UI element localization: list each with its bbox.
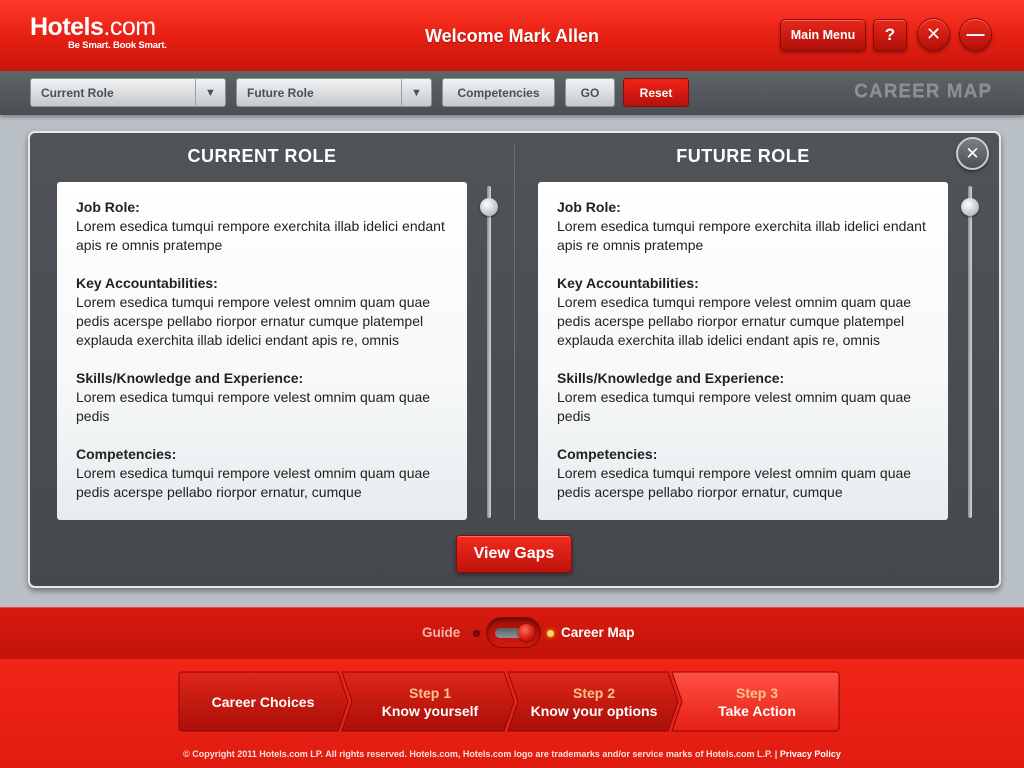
section-heading: Skills/Knowledge and Experience: bbox=[76, 370, 304, 386]
logo-wordmark: Hotels.com bbox=[30, 13, 156, 41]
current-role-select[interactable]: Current Role ▼ bbox=[30, 78, 226, 107]
current-role-scrollbar[interactable] bbox=[487, 186, 491, 518]
step-number: Step 3 bbox=[735, 684, 778, 701]
view-gaps-button[interactable]: View Gaps bbox=[456, 535, 572, 573]
step-navigation: Career Choices Step 1 Know yourself Step… bbox=[178, 670, 840, 733]
role-section: Competencies: Lorem esedica tumqui rempo… bbox=[557, 445, 929, 502]
current-role-card: Job Role: Lorem esedica tumqui rempore e… bbox=[57, 182, 467, 520]
section-heading: Job Role: bbox=[76, 199, 140, 215]
close-icon: ✕ bbox=[965, 143, 980, 163]
section-heading: Key Accountabilities: bbox=[557, 275, 699, 291]
section-title: CAREER MAP bbox=[854, 81, 992, 102]
role-section: Key Accountabilities: Lorem esedica tumq… bbox=[557, 274, 929, 350]
step-name: Know yourself bbox=[381, 702, 479, 719]
section-heading: Skills/Knowledge and Experience: bbox=[557, 370, 785, 386]
future-role-scrollbar[interactable] bbox=[968, 186, 972, 518]
section-text: Lorem esedica tumqui rempore velest omni… bbox=[76, 465, 431, 500]
section-heading: Competencies: bbox=[76, 446, 177, 462]
section-text: Lorem esedica tumqui rempore velest omni… bbox=[557, 465, 912, 500]
hotels-logo[interactable]: Hotels.com Be Smart. Book Smart. bbox=[30, 14, 167, 51]
step-name: Know your options bbox=[530, 702, 658, 719]
app-header: Hotels.com Be Smart. Book Smart. Welcome… bbox=[0, 0, 1024, 71]
future-role-select[interactable]: Future Role ▼ bbox=[236, 78, 432, 107]
welcome-message: Welcome Mark Allen bbox=[424, 26, 600, 46]
step-2-know-your-options[interactable]: Step 2 Know your options bbox=[512, 670, 676, 733]
future-role-card: Job Role: Lorem esedica tumqui rempore e… bbox=[538, 182, 948, 520]
role-section: Skills/Knowledge and Experience: Lorem e… bbox=[557, 369, 929, 426]
mode-toggle[interactable] bbox=[486, 617, 541, 648]
panel-close-button[interactable]: ✕ bbox=[956, 137, 989, 170]
role-section: Competencies: Lorem esedica tumqui rempo… bbox=[76, 445, 448, 502]
privacy-policy-link[interactable]: Privacy Policy bbox=[780, 749, 841, 759]
copyright-text: © Copyright 2011 Hotels.com LP. All righ… bbox=[183, 749, 778, 759]
step-3-take-action[interactable]: Step 3 Take Action bbox=[676, 670, 838, 733]
guide-label[interactable]: Guide bbox=[422, 625, 460, 640]
role-section: Job Role: Lorem esedica tumqui rempore e… bbox=[557, 198, 929, 255]
step-career-choices[interactable]: Career Choices bbox=[178, 670, 348, 733]
section-text: Lorem esedica tumqui rempore velest omni… bbox=[76, 389, 431, 424]
section-text: Lorem esedica tumqui rempore exerchita i… bbox=[557, 218, 926, 253]
role-section: Skills/Knowledge and Experience: Lorem e… bbox=[76, 369, 448, 426]
section-heading: Competencies: bbox=[557, 446, 658, 462]
section-heading: Job Role: bbox=[557, 199, 621, 215]
dropdown-arrow-icon: ▼ bbox=[401, 79, 431, 106]
current-role-select-label: Current Role bbox=[41, 86, 114, 100]
section-text: Lorem esedica tumqui rempore velest omni… bbox=[557, 389, 912, 424]
role-section: Job Role: Lorem esedica tumqui rempore e… bbox=[76, 198, 448, 255]
future-role-heading: FUTURE ROLE bbox=[676, 146, 810, 166]
toolbar: Current Role ▼ Future Role ▼ Competencie… bbox=[0, 71, 1024, 115]
section-text: Lorem esedica tumqui rempore velest omni… bbox=[557, 294, 912, 348]
step-name: Take Action bbox=[718, 702, 796, 719]
close-icon: ✕ bbox=[925, 24, 942, 44]
future-role-scroll-thumb[interactable] bbox=[961, 198, 979, 216]
current-role-scroll-thumb[interactable] bbox=[480, 198, 498, 216]
dropdown-arrow-icon: ▼ bbox=[195, 79, 225, 106]
reset-button[interactable]: Reset bbox=[623, 78, 689, 107]
close-app-button[interactable]: ✕ bbox=[917, 18, 950, 51]
copyright-notice: © Copyright 2011 Hotels.com LP. All righ… bbox=[0, 749, 1024, 759]
column-divider bbox=[514, 145, 515, 520]
step-name: Career Choices bbox=[211, 693, 315, 710]
step-number: Step 1 bbox=[408, 684, 451, 701]
role-section: Key Accountabilities: Lorem esedica tumq… bbox=[76, 274, 448, 350]
future-role-select-label: Future Role bbox=[247, 86, 314, 100]
guide-indicator-dot bbox=[473, 630, 480, 637]
logo-tagline: Be Smart. Book Smart. bbox=[68, 40, 167, 51]
minus-icon: — bbox=[966, 24, 985, 44]
go-button[interactable]: GO bbox=[565, 78, 615, 107]
competencies-button[interactable]: Competencies bbox=[442, 78, 555, 107]
toggle-knob[interactable] bbox=[518, 624, 535, 641]
step-1-know-yourself[interactable]: Step 1 Know yourself bbox=[346, 670, 514, 733]
section-text: Lorem esedica tumqui rempore exerchita i… bbox=[76, 218, 445, 253]
help-button[interactable]: ? bbox=[873, 19, 907, 51]
career-map-label[interactable]: Career Map bbox=[561, 625, 635, 640]
career-map-indicator-dot bbox=[547, 630, 554, 637]
section-heading: Key Accountabilities: bbox=[76, 275, 218, 291]
main-menu-button[interactable]: Main Menu bbox=[780, 19, 866, 51]
section-text: Lorem esedica tumqui rempore velest omni… bbox=[76, 294, 431, 348]
step-number: Step 2 bbox=[572, 684, 615, 701]
minimize-button[interactable]: — bbox=[959, 18, 992, 51]
current-role-heading: CURRENT ROLE bbox=[187, 146, 337, 166]
